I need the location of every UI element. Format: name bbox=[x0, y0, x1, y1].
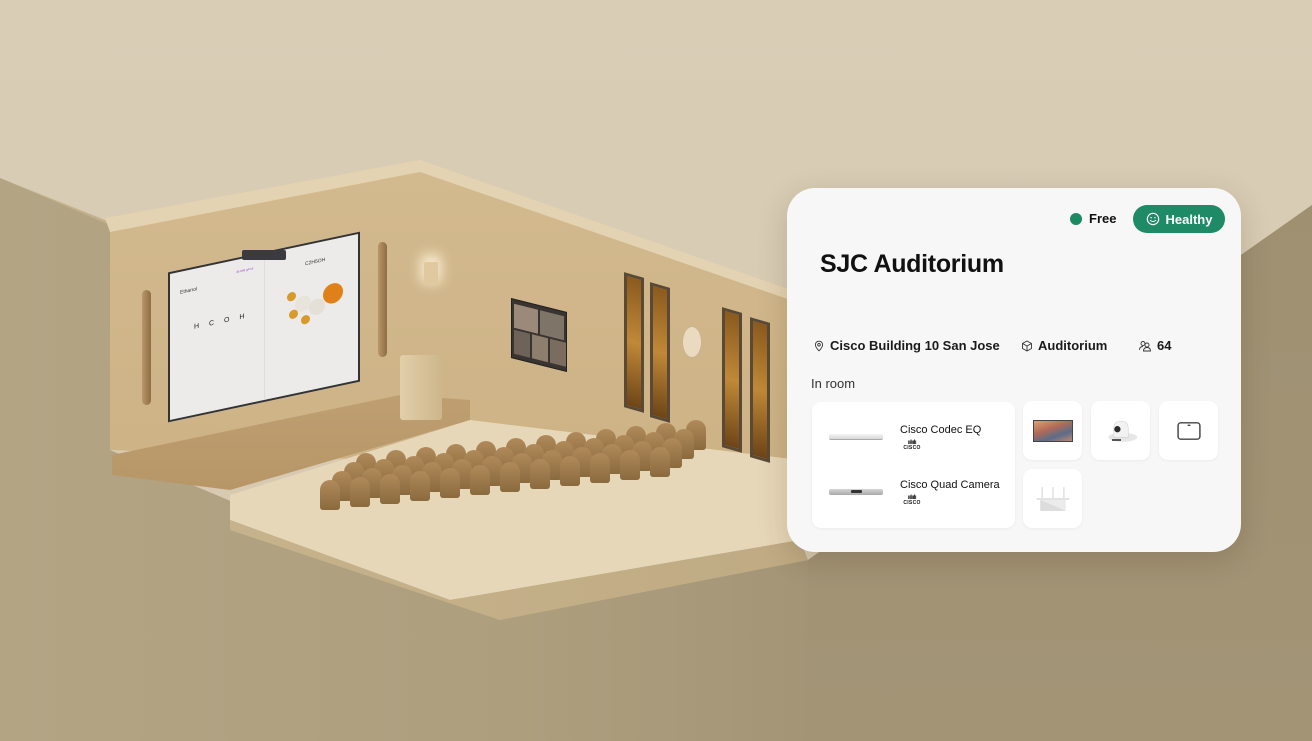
wall-lamp bbox=[424, 262, 438, 284]
in-room-heading: In room bbox=[811, 376, 856, 391]
room-capacity: 64 bbox=[1138, 338, 1171, 353]
cube-icon bbox=[1022, 339, 1032, 352]
speaker-right bbox=[378, 242, 387, 357]
auditorium-seat bbox=[380, 474, 400, 504]
status-dot-icon bbox=[1070, 212, 1082, 225]
device-tile-touch-panel[interactable] bbox=[1159, 401, 1218, 460]
room-type-label: Auditorium bbox=[1038, 338, 1108, 353]
display-screen-icon bbox=[1032, 419, 1073, 442]
auditorium-seat bbox=[410, 471, 430, 501]
display-left-half: Ethanol 46.068 g/mol H C O H bbox=[170, 254, 264, 420]
window bbox=[624, 272, 644, 413]
wireless-access-point-icon bbox=[1036, 486, 1069, 511]
auditorium-seat bbox=[440, 468, 460, 498]
health-label: Healthy bbox=[1165, 211, 1213, 227]
room-title: SJC Auditorium bbox=[820, 250, 1004, 278]
capacity-label: 64 bbox=[1157, 338, 1172, 353]
auditorium-seat bbox=[500, 462, 520, 492]
auditorium-seat bbox=[320, 480, 340, 510]
auditorium-seat bbox=[350, 477, 370, 507]
room-type: Auditorium bbox=[1021, 338, 1107, 353]
auditorium-seat bbox=[620, 450, 640, 480]
molecule-model bbox=[287, 279, 343, 328]
auditorium-seat bbox=[530, 459, 550, 489]
room-location: Cisco Building 10 San Jose bbox=[813, 338, 1000, 353]
device-name: Cisco Quad Camera bbox=[900, 479, 1000, 491]
primary-devices-tile[interactable]: Cisco Codec EQ ıılıılı CISCO Cisco Quad C… bbox=[812, 402, 1015, 528]
touch-panel-icon bbox=[1176, 421, 1201, 440]
device-tile-access-point[interactable] bbox=[1023, 469, 1082, 528]
device-item[interactable]: Cisco Quad Camera ıılıılı CISCO bbox=[812, 467, 1015, 521]
lectern bbox=[400, 355, 442, 420]
window bbox=[750, 317, 770, 463]
wall-clock bbox=[682, 326, 702, 358]
availability-status: Free bbox=[1070, 211, 1116, 226]
display-mass: 46.068 g/mol bbox=[236, 266, 254, 274]
quad-camera-icon bbox=[829, 489, 883, 495]
device-tile-camera[interactable] bbox=[1091, 401, 1150, 460]
auditorium-seating bbox=[310, 420, 710, 520]
cisco-logo-icon: ıılıılı CISCO bbox=[903, 440, 921, 451]
window bbox=[722, 307, 742, 453]
auditorium-seat bbox=[590, 453, 610, 483]
window bbox=[650, 282, 670, 423]
speaker-left bbox=[142, 290, 151, 405]
display-formula: C2H5OH bbox=[305, 256, 326, 268]
location-label: Cisco Building 10 San Jose bbox=[830, 338, 1000, 353]
auditorium-seat bbox=[650, 447, 670, 477]
ptz-camera-icon bbox=[1107, 420, 1137, 442]
people-icon bbox=[1139, 340, 1151, 351]
device-tile-display[interactable] bbox=[1023, 401, 1082, 460]
codec-device-icon bbox=[829, 434, 883, 440]
device-item[interactable]: Cisco Codec EQ ıılıılı CISCO bbox=[812, 412, 1015, 466]
cisco-logo-icon: ıılıılı CISCO bbox=[903, 495, 921, 506]
auditorium-seat bbox=[560, 456, 580, 486]
auditorium-seat bbox=[470, 465, 490, 495]
display-camera-bar bbox=[242, 250, 286, 260]
location-pin-icon bbox=[814, 340, 824, 351]
display-title: Ethanol bbox=[180, 286, 197, 296]
health-badge[interactable]: Healthy bbox=[1133, 205, 1225, 233]
availability-label: Free bbox=[1089, 211, 1117, 226]
structural-formula: H C O H bbox=[194, 312, 249, 331]
device-name: Cisco Codec EQ bbox=[900, 424, 982, 436]
smiley-icon bbox=[1146, 212, 1159, 226]
